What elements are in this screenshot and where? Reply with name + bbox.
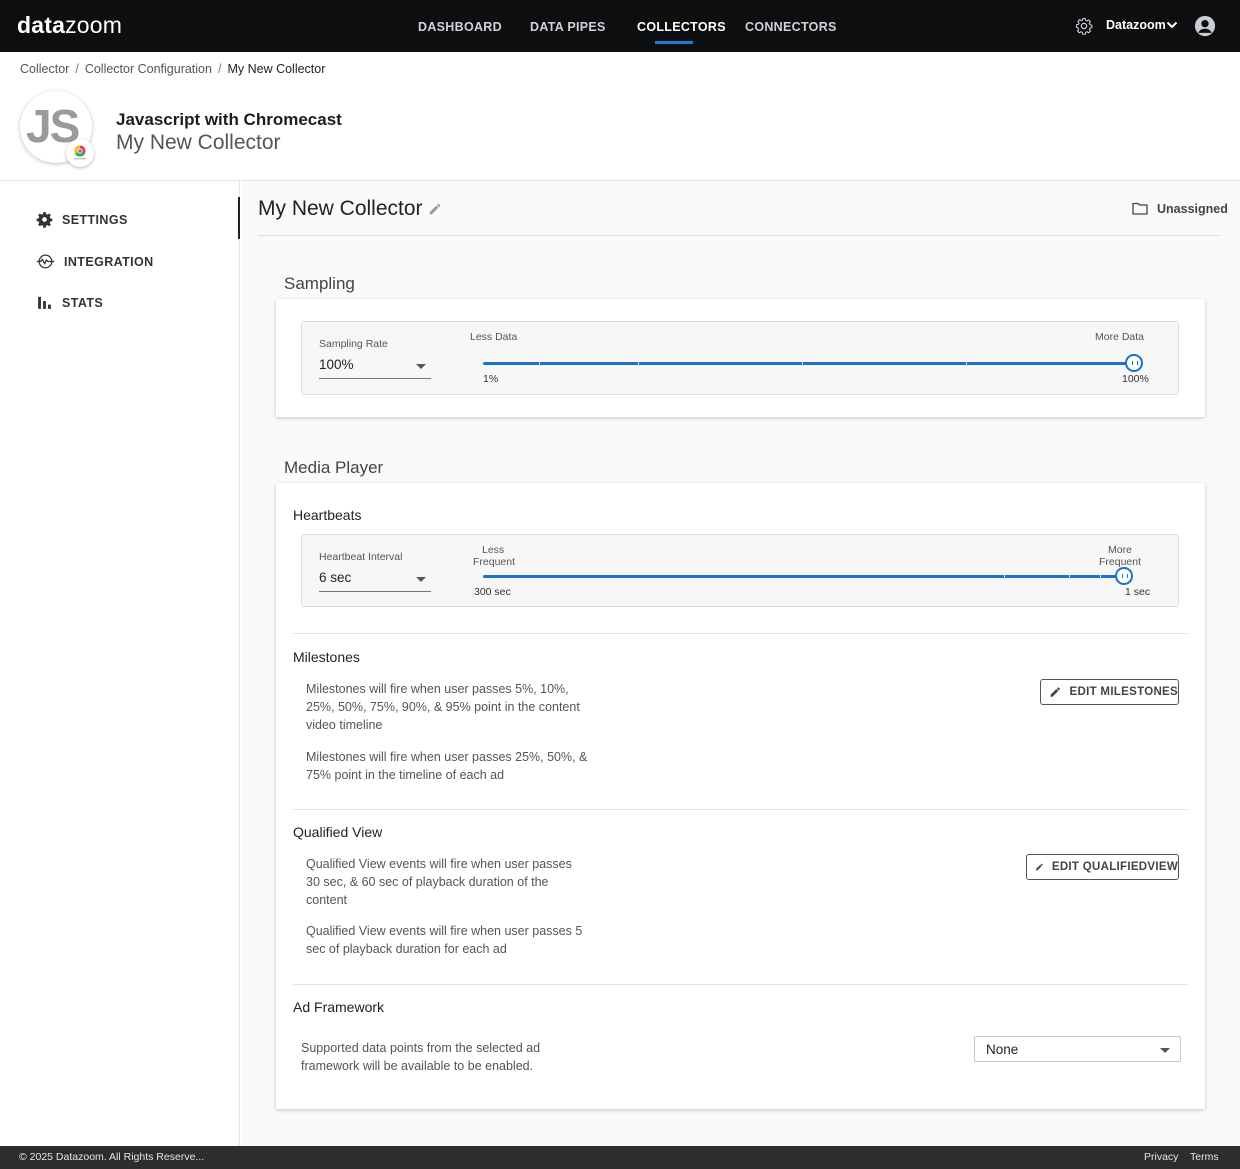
- breadcrumb-collector[interactable]: Collector: [20, 62, 69, 76]
- heartbeat-interval-label: Heartbeat Interval: [319, 551, 403, 563]
- heartbeat-controls: [301, 534, 1179, 607]
- sampling-slider-right-label: More Data: [1095, 331, 1145, 343]
- section-divider: [293, 633, 1188, 634]
- sidebar-item-settings[interactable]: SETTINGS: [36, 211, 128, 228]
- heartbeat-slider-right-label-1: More: [1108, 544, 1132, 556]
- datazoom-logo[interactable]: datazoom: [17, 12, 122, 39]
- gear-icon[interactable]: [1075, 17, 1093, 35]
- milestones-ad-description: Milestones will fire when user passes 25…: [306, 750, 588, 782]
- edit-milestones-button[interactable]: EDIT MILESTONES: [1040, 679, 1179, 705]
- slider-tick: [966, 362, 967, 365]
- qualified-view-ad-description: Qualified View events will fire when use…: [306, 924, 583, 956]
- ad-framework-heading: Ad Framework: [293, 999, 385, 1015]
- heartbeat-slider-track[interactable]: [483, 575, 1123, 578]
- edit-qualifiedview-button[interactable]: EDIT QUALIFIEDVIEW: [1026, 854, 1179, 880]
- copyright-text: © 2025 Datazoom. All Rights Reserve...: [19, 1151, 205, 1163]
- active-nav-indicator: [655, 41, 693, 44]
- breadcrumb: Collector / Collector Configuration / My New…: [20, 62, 325, 76]
- nav-collectors[interactable]: COLLECTORS: [637, 20, 726, 34]
- top-navigation-bar: datazoom DASHBOARD DATA PIPES COLLECTORS…: [0, 0, 1240, 52]
- slider-tick: [802, 362, 803, 365]
- edit-qualifiedview-label: EDIT QUALIFIEDVIEW: [1051, 861, 1178, 873]
- sidebar-item-label: STATS: [62, 295, 104, 310]
- ad-framework-select[interactable]: None: [974, 1036, 1181, 1062]
- nav-connectors[interactable]: CONNECTORS: [745, 20, 837, 34]
- heartbeat-interval-select[interactable]: 6 sec: [319, 570, 351, 585]
- dropdown-arrow-icon[interactable]: [1160, 1048, 1170, 1053]
- breadcrumb-collector-configuration[interactable]: Collector Configuration: [85, 62, 212, 76]
- nav-dashboard[interactable]: DASHBOARD: [418, 20, 502, 34]
- section-divider: [293, 809, 1188, 810]
- title-divider: [258, 235, 1221, 236]
- heartbeat-slider-right-label-2: Frequent: [1099, 556, 1142, 568]
- pencil-icon: [1050, 687, 1060, 697]
- collector-name-subtitle: My New Collector: [116, 131, 281, 154]
- heartbeat-slider-min: 300 sec: [474, 586, 511, 598]
- gear-icon: [36, 212, 53, 228]
- assignment-status[interactable]: Unassigned: [1157, 202, 1228, 216]
- slider-tick: [1069, 575, 1070, 578]
- dropdown-arrow-icon[interactable]: [416, 364, 426, 369]
- qualified-view-content-description: Qualified View events will fire when use…: [306, 857, 572, 907]
- section-divider: [293, 984, 1188, 985]
- privacy-link[interactable]: Privacy: [1144, 1151, 1178, 1163]
- sampling-slider-track[interactable]: [483, 362, 1134, 365]
- sampling-slider-handle[interactable]: [1125, 354, 1143, 372]
- qualified-view-heading: Qualified View: [293, 824, 383, 840]
- slider-tick: [539, 362, 540, 365]
- org-switcher-label[interactable]: Datazoom: [1106, 18, 1166, 32]
- ad-framework-description: Supported data points from the selected …: [301, 1041, 541, 1073]
- pencil-icon: [1036, 863, 1043, 871]
- sampling-rate-select[interactable]: 100%: [319, 357, 354, 372]
- sampling-slider-max: 100%: [1122, 373, 1149, 385]
- terms-link[interactable]: Terms: [1190, 1151, 1219, 1163]
- heartbeat-slider-max: 1 sec: [1125, 586, 1151, 598]
- ad-framework-selected-value: None: [986, 1042, 1019, 1057]
- pulse-icon: [36, 254, 55, 269]
- dropdown-arrow-icon[interactable]: [416, 577, 426, 582]
- heartbeats-heading: Heartbeats: [293, 507, 362, 523]
- settings-sidebar: [0, 180, 240, 1146]
- heartbeat-slider-handle[interactable]: [1115, 567, 1133, 585]
- media-player-heading: Media Player: [284, 458, 384, 477]
- milestones-content-description: Milestones will fire when user passes 5%…: [306, 682, 580, 732]
- sampling-rate-label: Sampling Rate: [319, 338, 388, 350]
- active-sidebar-indicator: [238, 197, 240, 239]
- sidebar-item-stats[interactable]: STATS: [36, 294, 103, 311]
- slider-tick: [1004, 575, 1005, 578]
- sidebar-item-label: SETTINGS: [62, 212, 128, 227]
- sampling-controls: [301, 321, 1179, 395]
- milestones-heading: Milestones: [293, 649, 360, 665]
- breadcrumb-current: My New Collector: [227, 62, 326, 76]
- account-icon[interactable]: [1194, 15, 1216, 37]
- sampling-slider-min: 1%: [483, 373, 499, 385]
- bar-chart-icon: [38, 296, 51, 309]
- edit-name-icon[interactable]: [428, 202, 442, 216]
- heartbeat-slider-left-label-2: Frequent: [473, 556, 516, 568]
- collector-type-title: Javascript with Chromecast: [116, 110, 342, 129]
- sidebar-item-label: INTEGRATION: [64, 254, 154, 269]
- slider-tick: [638, 362, 639, 365]
- footer: © 2025 Datazoom. All Rights Reserve... P…: [0, 1146, 1240, 1169]
- breadcrumb-separator: /: [217, 62, 222, 76]
- heartbeat-slider-left-label-1: Less: [482, 544, 505, 556]
- edit-milestones-label: EDIT MILESTONES: [1069, 686, 1178, 698]
- sampling-rate-underline: [319, 378, 431, 379]
- nav-data-pipes[interactable]: DATA PIPES: [530, 20, 606, 34]
- heartbeat-interval-underline: [319, 591, 431, 592]
- slider-tick: [1100, 575, 1101, 578]
- chromecast-icon: [66, 139, 94, 167]
- sidebar-item-integration[interactable]: INTEGRATION: [36, 252, 154, 271]
- folder-icon[interactable]: [1132, 202, 1148, 215]
- sampling-heading: Sampling: [284, 274, 355, 293]
- breadcrumb-separator: /: [75, 62, 79, 76]
- sampling-slider-left-label: Less Data: [470, 331, 518, 343]
- chevron-down-icon[interactable]: [1166, 20, 1178, 30]
- page-title: My New Collector: [258, 197, 423, 220]
